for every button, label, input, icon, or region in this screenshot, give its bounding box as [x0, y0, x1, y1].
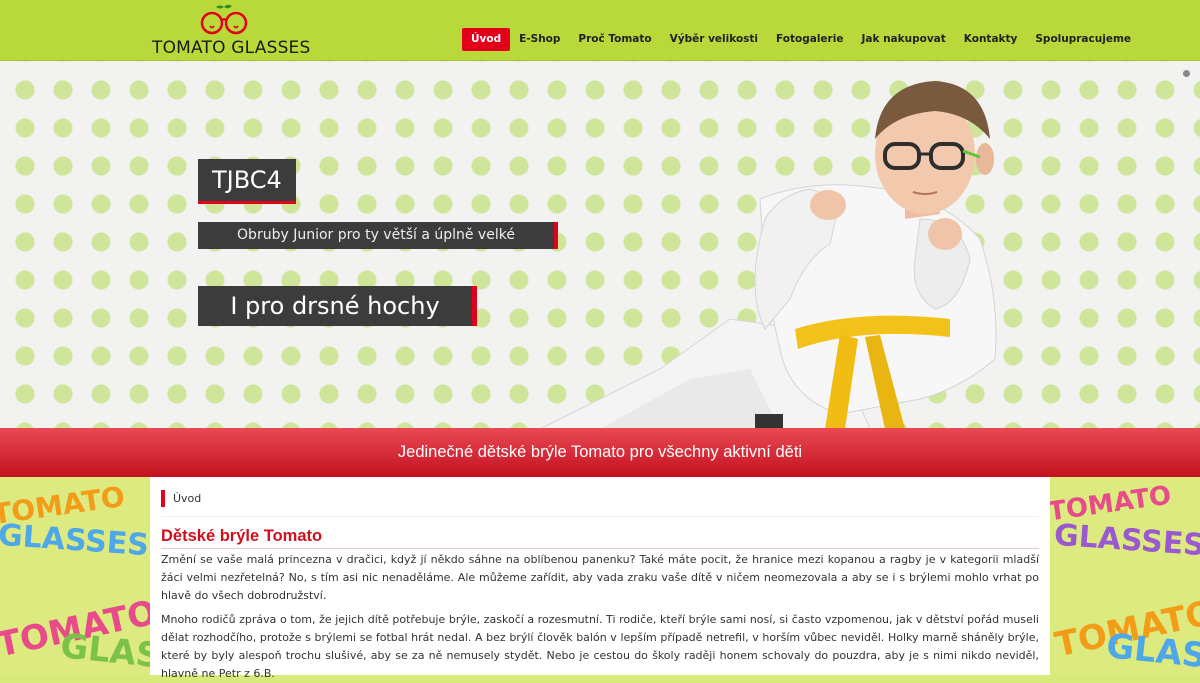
- logo-text: TOMATO GLASSES: [152, 38, 311, 58]
- site-header: TOMATO GLASSES Úvod E-Shop Proč Tomato V…: [0, 0, 1200, 61]
- site-logo[interactable]: TOMATO GLASSES: [152, 2, 310, 58]
- breadcrumb: Úvod: [161, 490, 201, 507]
- title-divider: [161, 548, 1039, 549]
- divider: [161, 516, 1039, 517]
- nav-item-kontakty[interactable]: Kontakty: [955, 28, 1027, 51]
- nav-item-spolupracujeme[interactable]: Spolupracujeme: [1026, 28, 1140, 51]
- hero-caption-code: TJBC4: [198, 159, 296, 204]
- karate-boy-image: [540, 81, 997, 428]
- decor-word-glasses: GLASSES: [58, 626, 150, 675]
- nav-item-uvod[interactable]: Úvod: [462, 28, 511, 51]
- hero-slider[interactable]: TJBC4 Obruby Junior pro ty větší a úplně…: [0, 61, 1200, 428]
- main-content: Úvod Dětské brýle Tomato Změní se vaše m…: [150, 477, 1050, 680]
- tomato-glasses-logo-icon: [200, 4, 248, 35]
- nav-item-jak-nakupovat[interactable]: Jak nakupovat: [852, 28, 954, 51]
- main-nav: Úvod E-Shop Proč Tomato Výběr velikosti …: [462, 28, 1140, 51]
- side-decoration-left: TOMATO GLASSES TOMATO GLASSES: [0, 477, 150, 675]
- content-paragraph: Změní se vaše malá princezna v dračici, …: [161, 553, 1039, 602]
- decor-word-glasses: GLASSES: [0, 517, 150, 564]
- decor-word-glasses: GLASSES: [1052, 517, 1200, 564]
- side-decoration-right: TOMATO GLASSES TOMATO GLASSES: [1050, 477, 1200, 675]
- hero-caption-tagline: I pro drsné hochy: [198, 286, 477, 326]
- decor-word-glasses: GLASSES: [1104, 626, 1200, 675]
- nav-item-eshop[interactable]: E-Shop: [510, 28, 569, 51]
- breadcrumb-item-uvod[interactable]: Úvod: [173, 492, 201, 505]
- slider-dot[interactable]: [1183, 70, 1190, 77]
- nav-item-proc-tomato[interactable]: Proč Tomato: [569, 28, 660, 51]
- tagline-banner: Jedinečné dětské brýle Tomato pro všechn…: [0, 428, 1200, 477]
- nav-item-vyber-velikosti[interactable]: Výběr velikosti: [661, 28, 767, 51]
- page-title: Dětské brýle Tomato: [161, 527, 323, 545]
- nav-item-fotogalerie[interactable]: Fotogalerie: [767, 28, 852, 51]
- hero-caption-subtitle: Obruby Junior pro ty větší a úplně velké: [198, 222, 558, 249]
- content-paragraph: Mnoho rodičů zpráva o tom, že jejich dít…: [161, 613, 1039, 680]
